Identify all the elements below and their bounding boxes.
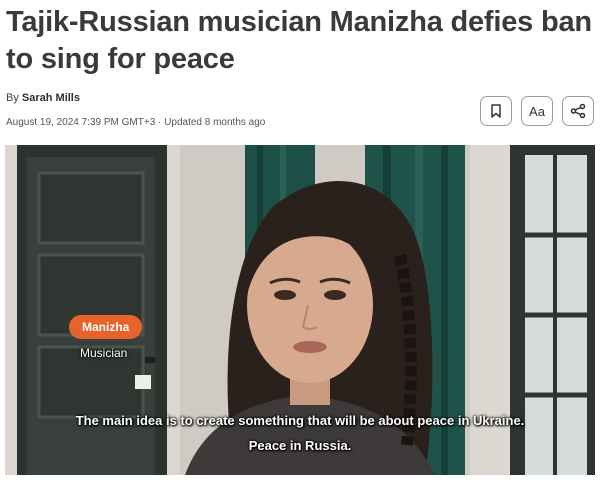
article-tools: Aa [480, 96, 594, 126]
video-player[interactable]: Manizha Musician The main idea is to cre… [5, 145, 595, 475]
updated-text: Updated 8 months ago [164, 117, 266, 128]
text-size-label: Aa [529, 103, 545, 119]
share-icon [570, 103, 586, 119]
speaker-name-chip: Manizha [69, 315, 143, 339]
publish-date: August 19, 2024 7:39 PM GMT+3 [6, 117, 156, 128]
speaker-role: Musician [80, 346, 128, 360]
author-link[interactable]: Sarah Mills [22, 92, 80, 104]
bookmark-button[interactable] [480, 96, 512, 126]
video-subtitle-line-1: The main idea is to create something tha… [75, 413, 525, 428]
article-headline: Tajik-Russian musician Manizha defies ba… [6, 6, 592, 75]
byline: By Sarah Mills [6, 92, 80, 104]
dateline: August 19, 2024 7:39 PM GMT+3 · Updated … [6, 117, 265, 128]
bookmark-icon [491, 104, 501, 118]
byline-prefix: By [6, 92, 19, 104]
video-subtitle-line-2: Peace in Russia. [248, 438, 352, 453]
date-separator: · [158, 117, 162, 128]
text-size-button[interactable]: Aa [521, 96, 553, 126]
share-button[interactable] [562, 96, 594, 126]
